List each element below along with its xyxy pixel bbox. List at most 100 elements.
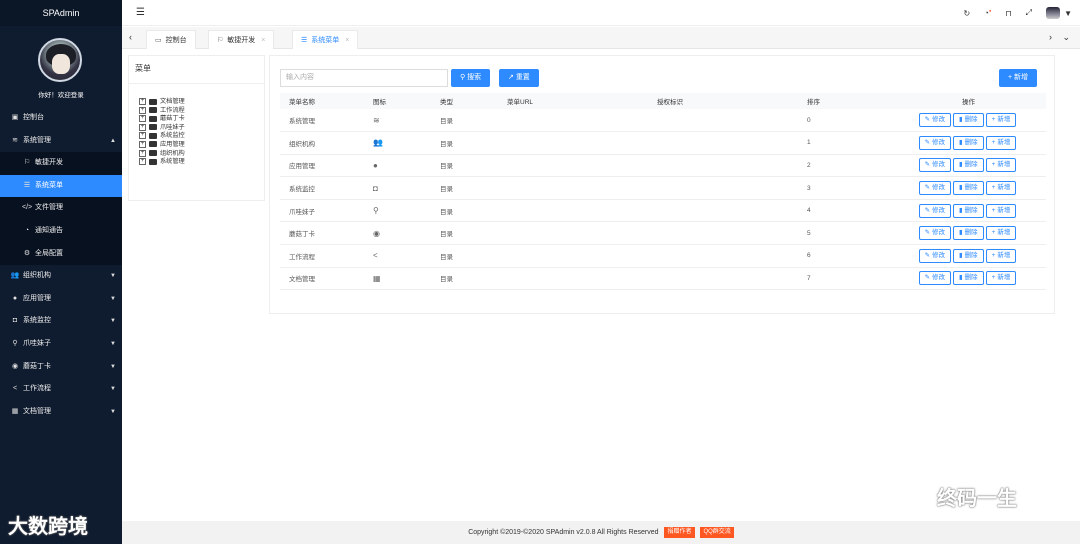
- add-child-button[interactable]: + 新增: [985, 158, 1017, 173]
- menu-toggle-icon[interactable]: ☰: [136, 8, 145, 18]
- table-cell: ✎ 修改 ▮ 删除 + 新增: [882, 199, 1046, 223]
- sidebar-item-5[interactable]: ⚲ 爪哇妹子 ▼: [0, 333, 122, 356]
- sidebar-item-1[interactable]: ≋ 系统管理 ▲: [0, 130, 122, 153]
- submenu-item-0[interactable]: ⚐ 敏捷开发: [0, 152, 122, 175]
- tree-node[interactable]: + 工作流程: [139, 106, 264, 116]
- avatar[interactable]: [38, 38, 82, 82]
- user-avatar[interactable]: [1046, 7, 1061, 19]
- table-cell: [648, 131, 798, 155]
- expand-icon[interactable]: +: [139, 132, 146, 140]
- table-row[interactable]: 工作流程 < 目录 6 ✎ 修改 ▮ 删除 + 新增: [280, 244, 1046, 268]
- tab-2[interactable]: ☰ 系统菜单 ×: [292, 30, 359, 49]
- share-icon: <: [373, 251, 378, 261]
- add-button[interactable]: + 新增: [999, 69, 1038, 87]
- edit-button[interactable]: ✎ 修改: [918, 203, 952, 218]
- tree-node[interactable]: + 爪哇妹子: [139, 123, 264, 133]
- sidebar-item-7[interactable]: < 工作流程 ▼: [0, 378, 122, 401]
- tab-1[interactable]: ⚐ 敏捷开发 ×: [208, 30, 275, 49]
- table-row[interactable]: 文档管理 ▦ 目录 7 ✎ 修改 ▮ 删除 + 新增: [280, 267, 1046, 291]
- add-child-button[interactable]: + 新增: [985, 113, 1017, 128]
- table-row[interactable]: 蘑菇丁卡 ◉ 目录 5 ✎ 修改 ▮ 删除 + 新增: [280, 221, 1046, 246]
- tree-node[interactable]: + 系统监控: [139, 132, 264, 141]
- menu-table-panel: 输入内容 ⚲ 搜索 ↗ 重置 + 新增 菜单名称 图标 类型 菜单URL 授权标识 排序操…: [269, 55, 1055, 314]
- donate-tag[interactable]: 捐赠作者: [664, 526, 695, 538]
- delete-button[interactable]: ▮ 删除: [953, 181, 984, 196]
- table-row[interactable]: 系统监控 ◘ 目录 3 ✎ 修改 ▮ 删除 + 新增: [280, 176, 1046, 200]
- refresh-icon[interactable]: ↻: [963, 9, 970, 18]
- sidebar-item-6[interactable]: ◉ 蘑菇丁卡 ▼: [0, 356, 122, 379]
- add-child-button[interactable]: + 新增: [985, 271, 1017, 286]
- search-input[interactable]: 输入内容: [280, 69, 448, 87]
- edit-button[interactable]: ✎ 修改: [918, 226, 952, 241]
- expand-icon[interactable]: +: [139, 149, 146, 157]
- tab-dropdown-icon[interactable]: ⌄: [1062, 32, 1070, 43]
- expand-icon[interactable]: +: [139, 115, 146, 123]
- table-row[interactable]: 系统管理 ≋ 目录 0 ✎ 修改 ▮ 删除 + 新增: [280, 109, 1046, 133]
- edit-button[interactable]: ✎ 修改: [918, 248, 952, 263]
- submenu-item-4[interactable]: ⚙ 全局配置: [0, 243, 122, 266]
- user-dropdown-icon[interactable]: ▼: [1064, 9, 1072, 18]
- tab-prev-icon[interactable]: ‹: [129, 32, 132, 42]
- tree-node[interactable]: + 蘑菇丁卡: [139, 115, 264, 124]
- edit-button[interactable]: ✎ 修改: [918, 181, 952, 196]
- sidebar-item-0[interactable]: ▣ 控制台: [0, 107, 122, 130]
- tree-node[interactable]: + 系统管理: [139, 158, 264, 167]
- table-cell: [498, 154, 648, 178]
- table-row[interactable]: 爪哇妹子 ⚲ 目录 4 ✎ 修改 ▮ 删除 + 新增: [280, 199, 1046, 223]
- table-row[interactable]: 组织机构 👥 目录 1 ✎ 修改 ▮ 删除 + 新增: [280, 131, 1046, 155]
- sidebar-item-2[interactable]: 👥 组织机构 ▼: [0, 265, 122, 288]
- close-icon[interactable]: ×: [345, 37, 349, 44]
- folder-icon: [149, 150, 157, 157]
- search-icon: ⚲: [373, 206, 379, 216]
- reset-button[interactable]: ↗ 重置: [499, 69, 539, 87]
- table-row[interactable]: 应用管理 ● 目录 2 ✎ 修改 ▮ 删除 + 新增: [280, 154, 1046, 178]
- table-cell: 目录: [431, 244, 498, 268]
- delete-button[interactable]: ▮ 删除: [953, 248, 984, 263]
- expand-icon[interactable]: +: [139, 158, 146, 166]
- close-icon[interactable]: ×: [261, 37, 265, 44]
- flag-icon: ⚐: [23, 159, 31, 167]
- delete-button[interactable]: ▮ 删除: [953, 271, 984, 286]
- dashboard-icon: ▣: [11, 114, 19, 121]
- delete-button[interactable]: ▮ 删除: [953, 158, 984, 173]
- expand-icon[interactable]: +: [139, 123, 146, 131]
- expand-icon[interactable]: +: [139, 140, 146, 148]
- tree-node[interactable]: + 组织机构: [139, 149, 264, 159]
- expand-icon[interactable]: +: [139, 98, 146, 105]
- add-child-button[interactable]: + 新增: [985, 248, 1017, 263]
- delete-button[interactable]: ▮ 删除: [953, 226, 984, 241]
- fullscreen-icon[interactable]: ⤢: [1026, 8, 1032, 18]
- expand-icon[interactable]: +: [139, 106, 146, 114]
- tab-next-icon[interactable]: ›: [1049, 32, 1052, 42]
- search-button[interactable]: ⚲ 搜索: [451, 69, 491, 87]
- sidebar-item-8[interactable]: ▦ 文档管理 ▼: [0, 401, 122, 424]
- submenu-item-2[interactable]: </> 文件管理: [0, 197, 122, 220]
- brand-logo[interactable]: SPAdmin: [0, 0, 122, 26]
- column-header: 操作: [882, 93, 1046, 109]
- add-child-button[interactable]: + 新增: [985, 181, 1017, 196]
- edit-button[interactable]: ✎ 修改: [918, 158, 952, 173]
- menu-table: 菜单名称 图标 类型 菜单URL 授权标识 排序 操作 系统管理 ≋ 目录 0 ✎ 修改 ▮ 删除 + 新增组…: [280, 93, 1046, 291]
- table-cell: <: [364, 244, 431, 268]
- add-child-button[interactable]: + 新增: [985, 135, 1017, 150]
- tab-0[interactable]: ▭ 控制台: [146, 30, 196, 49]
- delete-button[interactable]: ▮ 删除: [953, 135, 984, 150]
- add-child-button[interactable]: + 新增: [985, 203, 1017, 218]
- lock-icon[interactable]: ⊓: [1005, 9, 1011, 18]
- tree-node[interactable]: + 文档管理: [139, 98, 264, 107]
- menu-list-icon: ☰: [301, 37, 308, 44]
- delete-button[interactable]: ▮ 删除: [953, 113, 984, 128]
- edit-button[interactable]: ✎ 修改: [918, 271, 952, 286]
- sidebar-item-4[interactable]: ◘ 系统监控 ▼: [0, 310, 122, 333]
- sidebar-item-3[interactable]: ● 应用管理 ▼: [0, 288, 122, 311]
- edit-button[interactable]: ✎ 修改: [918, 113, 952, 128]
- tree-node[interactable]: + 应用管理: [139, 140, 264, 150]
- notification-bell-icon[interactable]: ◔●: [984, 8, 991, 18]
- qq-group-tag[interactable]: QQ群交流: [700, 526, 734, 538]
- delete-button[interactable]: ▮ 删除: [953, 203, 984, 218]
- edit-button[interactable]: ✎ 修改: [918, 135, 952, 150]
- submenu-item-3[interactable]: ◔ 通知通告: [0, 220, 122, 243]
- add-child-button[interactable]: + 新增: [985, 226, 1017, 241]
- pencil-icon: ✎: [924, 206, 931, 214]
- submenu-item-1[interactable]: ☰ 系统菜单: [0, 174, 122, 198]
